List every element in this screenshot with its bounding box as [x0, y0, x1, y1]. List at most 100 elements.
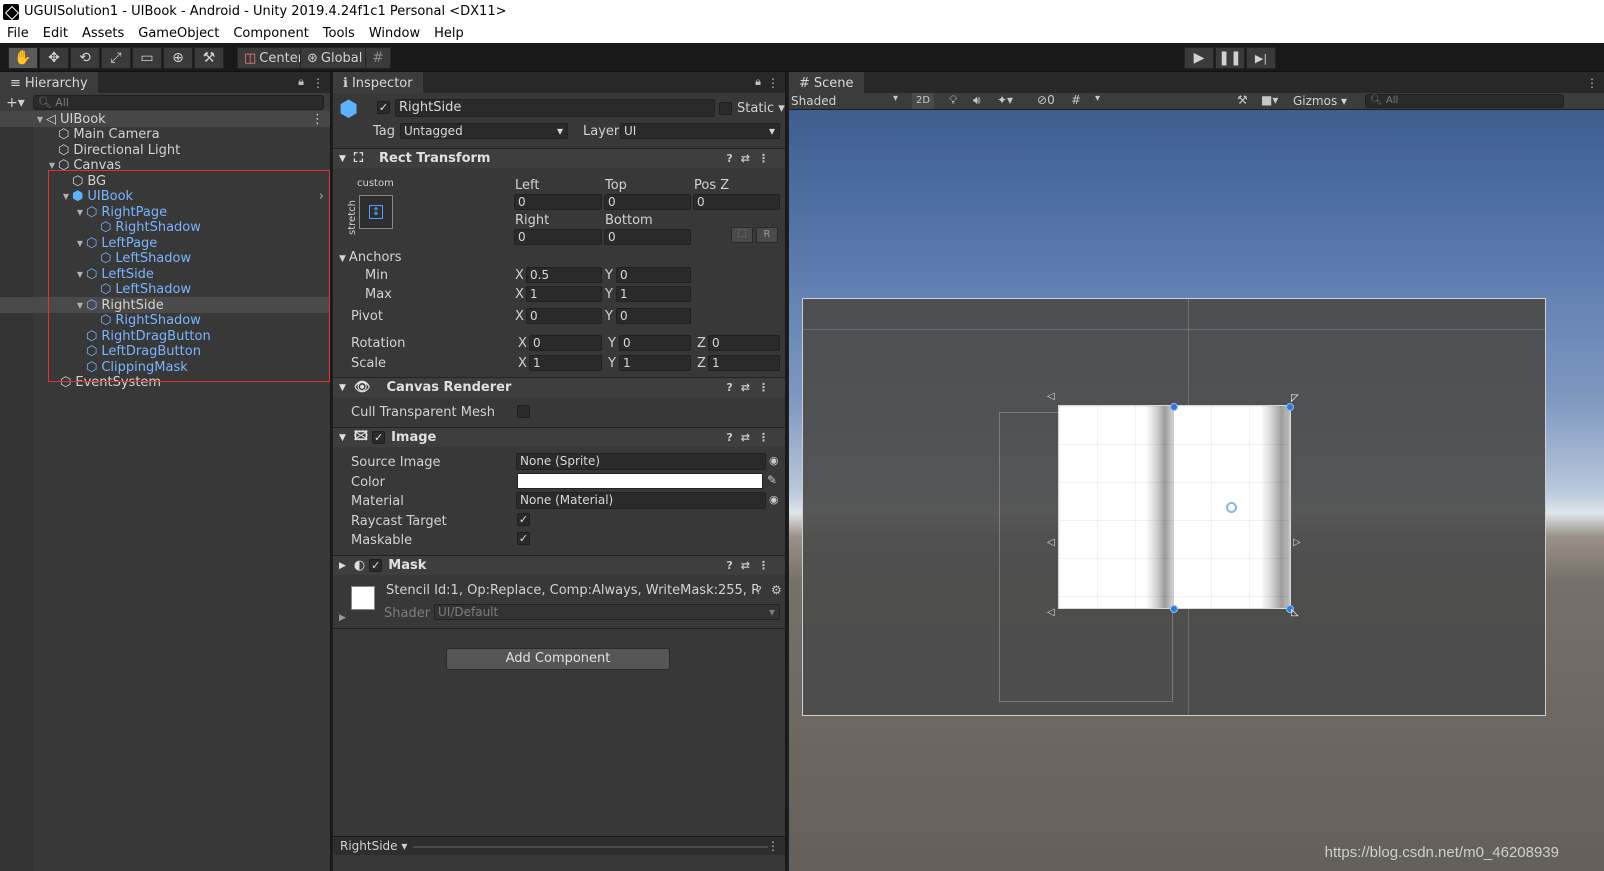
- rect-gizmo[interactable]: [1058, 405, 1291, 609]
- eyedropper-icon[interactable]: ✎: [767, 473, 777, 487]
- help-icon[interactable]: ?: [756, 584, 762, 597]
- active-checkbox[interactable]: ✓: [377, 101, 390, 114]
- transform-tool-icon[interactable]: ⊕: [163, 47, 193, 69]
- add-component-button[interactable]: Add Component: [446, 648, 670, 670]
- step-button[interactable]: ▶|: [1246, 47, 1276, 69]
- move-tool-icon[interactable]: ✥: [39, 47, 69, 69]
- rotate-tool-icon[interactable]: ⟲: [70, 47, 100, 69]
- mask-header[interactable]: ▶ ◐ ✓ Mask ?⇄⋮: [333, 555, 785, 575]
- custom-tool-icon[interactable]: ⚒: [194, 47, 224, 69]
- object-picker-icon[interactable]: ◉: [769, 493, 779, 506]
- anchor-handle[interactable]: [1286, 403, 1294, 411]
- lighting-icon[interactable]: 💡︎: [949, 93, 957, 108]
- anchor-handle[interactable]: [1170, 403, 1178, 411]
- color-swatch[interactable]: [517, 473, 763, 489]
- static-checkbox[interactable]: [719, 102, 732, 115]
- top-field[interactable]: 0: [604, 194, 691, 210]
- scene-row[interactable]: ▼ ◁ UIBook ⋮: [0, 111, 330, 127]
- foldout-arrow-icon[interactable]: ▶: [339, 561, 346, 571]
- dropdown-arrow-icon[interactable]: ▾: [1095, 93, 1100, 104]
- anchor-handle[interactable]: [1170, 605, 1178, 613]
- object-picker-icon[interactable]: ◉: [769, 454, 779, 467]
- material-field[interactable]: None (Material): [516, 492, 766, 509]
- bottom-field[interactable]: 0: [604, 229, 691, 245]
- gear-icon[interactable]: ⚙: [771, 583, 782, 597]
- hand-tool-icon[interactable]: ✋: [8, 47, 38, 69]
- maskable-checkbox[interactable]: ✓: [517, 532, 530, 545]
- posz-field[interactable]: 0: [693, 194, 780, 210]
- scene-viewport[interactable]: ◁ ◸ ◺ ◁ ◁ ▷ https://blog.csdn.net/m0_462…: [789, 110, 1604, 871]
- anchor-max-y-field[interactable]: 1: [616, 286, 691, 302]
- source-image-field[interactable]: None (Sprite): [516, 453, 766, 470]
- rotation-z-field[interactable]: 0: [708, 335, 780, 351]
- effects-icon[interactable]: ✦▾: [997, 93, 1013, 107]
- component-header-icons[interactable]: ?⇄⋮: [726, 559, 777, 572]
- scale-z-field[interactable]: 1: [708, 355, 780, 371]
- lock-icon[interactable]: 🔒︎: [298, 75, 304, 89]
- tab-inspector[interactable]: ℹ Inspector: [333, 72, 423, 93]
- gizmos-dropdown[interactable]: Gizmos ▾: [1293, 94, 1347, 108]
- left-field[interactable]: 0: [514, 194, 602, 210]
- corner-handle-icon[interactable]: ◺: [1291, 607, 1299, 618]
- hidden-objects-toggle[interactable]: ⊘0: [1037, 93, 1055, 107]
- pause-button[interactable]: ❚❚: [1215, 47, 1245, 69]
- static-dropdown[interactable]: Static ▾: [737, 101, 785, 116]
- mask-enabled-checkbox[interactable]: ✓: [369, 559, 383, 572]
- menu-gameobject[interactable]: GameObject: [138, 26, 219, 41]
- scale-y-field[interactable]: 1: [619, 355, 691, 371]
- shading-mode-dropdown[interactable]: Shaded: [791, 94, 836, 108]
- cull-transparent-checkbox[interactable]: [517, 405, 530, 418]
- pivot-y-field[interactable]: 0: [616, 308, 691, 324]
- anchor-min-x-field[interactable]: 0.5: [526, 267, 602, 283]
- rect-tool-icon[interactable]: ▭: [132, 47, 162, 69]
- tab-hierarchy[interactable]: ≡ Hierarchy: [0, 72, 98, 93]
- menu-file[interactable]: File: [7, 26, 29, 41]
- anchor-preset-button[interactable]: ↕: [359, 195, 393, 229]
- blueprint-mode-icon[interactable]: ⬚: [731, 227, 753, 243]
- scene-search-input[interactable]: 🔍︎ All: [1365, 94, 1564, 108]
- rect-transform-header[interactable]: ▼ ⛶ Rect Transform ?⇄⋮: [333, 148, 785, 168]
- foldout-arrow-icon[interactable]: ▼: [339, 383, 346, 393]
- menu-tools[interactable]: Tools: [323, 26, 355, 41]
- raw-edit-button[interactable]: R: [756, 227, 778, 243]
- menu-edit[interactable]: Edit: [43, 26, 68, 41]
- layer-dropdown[interactable]: UI ▾: [620, 123, 780, 139]
- right-field[interactable]: 0: [514, 229, 602, 245]
- foldout-arrow-icon[interactable]: ▼: [339, 154, 346, 164]
- inspector-menu-icon[interactable]: ⋮: [767, 76, 779, 90]
- rotation-x-field[interactable]: 0: [529, 335, 602, 351]
- anchor-min-y-field[interactable]: 0: [616, 267, 691, 283]
- anchor-max-x-field[interactable]: 1: [526, 286, 602, 302]
- component-header-icons[interactable]: ?⇄⋮: [726, 381, 777, 394]
- component-header-icons[interactable]: ?⇄⋮: [726, 152, 777, 165]
- 2d-toggle-button[interactable]: 2D: [912, 93, 935, 109]
- scene-menu-icon[interactable]: ⋮: [311, 112, 324, 127]
- menu-component[interactable]: Component: [233, 26, 308, 41]
- corner-handle-icon[interactable]: ◸: [1291, 393, 1299, 404]
- tab-scene[interactable]: # Scene: [789, 72, 864, 93]
- canvas-renderer-header[interactable]: ▼ 👁︎ Canvas Renderer ?⇄⋮: [333, 377, 785, 397]
- audio-icon[interactable]: 🔊︎: [973, 93, 981, 108]
- space-toggle-button[interactable]: ⊛ Global: [300, 47, 370, 69]
- footer-drag-handle[interactable]: [413, 846, 768, 848]
- foldout-arrow-icon[interactable]: ▶: [339, 613, 346, 623]
- hierarchy-menu-icon[interactable]: ⋮: [312, 76, 324, 90]
- menu-assets[interactable]: Assets: [82, 26, 124, 41]
- hierarchy-item[interactable]: ⬡ Directional Light: [0, 142, 330, 158]
- scale-x-field[interactable]: 1: [529, 355, 602, 371]
- menu-window[interactable]: Window: [369, 26, 420, 41]
- scene-menu-icon[interactable]: ⋮: [1586, 76, 1598, 90]
- anchors-foldout[interactable]: ▼ Anchors: [339, 250, 402, 265]
- pivot-handle[interactable]: [1226, 502, 1237, 513]
- foldout-arrow-icon[interactable]: ▼: [339, 433, 346, 443]
- play-button[interactable]: ▶: [1184, 47, 1214, 69]
- lock-icon[interactable]: 🔒︎: [755, 75, 761, 89]
- tools-icon[interactable]: ⚒: [1237, 93, 1248, 107]
- tag-dropdown[interactable]: Untagged ▾: [400, 123, 568, 139]
- camera-icon[interactable]: ■▾: [1261, 93, 1278, 107]
- grid-toggle-icon[interactable]: #: [1071, 93, 1081, 107]
- hierarchy-search-input[interactable]: 🔍︎ All: [32, 95, 324, 110]
- raycast-target-checkbox[interactable]: ✓: [517, 513, 530, 526]
- image-header[interactable]: ▼ 🖾︎ ✓ Image ?⇄⋮: [333, 427, 785, 447]
- hierarchy-item[interactable]: ⬡ Main Camera: [0, 126, 330, 142]
